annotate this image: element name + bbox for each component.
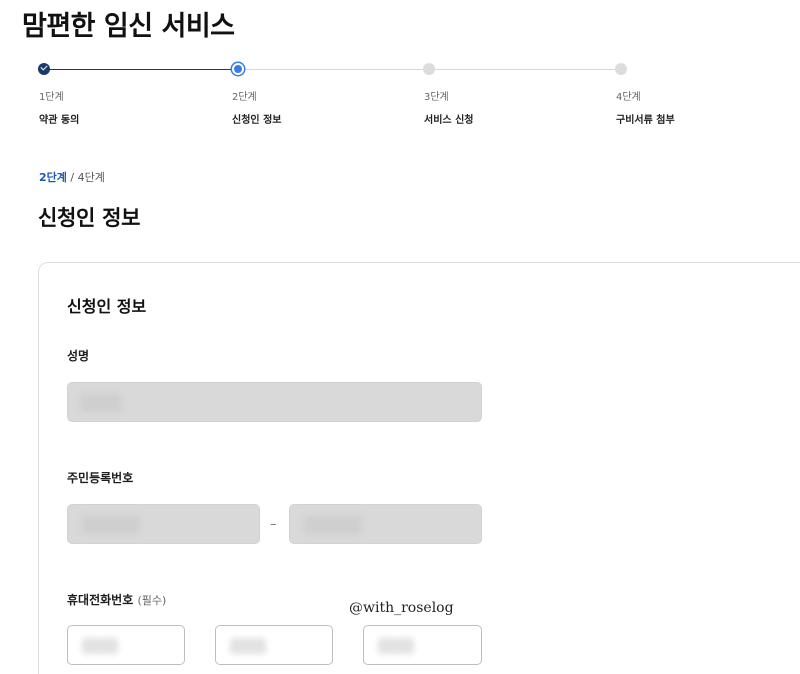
step-2-name: 신청인 정보 bbox=[232, 115, 282, 126]
step-4-name: 구비서류 첨부 bbox=[616, 115, 675, 126]
stepper-line-completed bbox=[44, 69, 238, 70]
step-1-name: 약관 동의 bbox=[39, 115, 80, 126]
step-progress: 2단계 / 4단계 bbox=[39, 169, 105, 185]
step-1-number: 1단계 bbox=[39, 92, 64, 103]
step-1-dot bbox=[38, 63, 50, 75]
check-icon bbox=[40, 63, 48, 71]
step-3-number: 3단계 bbox=[424, 92, 449, 103]
step-4-number: 4단계 bbox=[616, 92, 641, 103]
redacted-value bbox=[82, 516, 140, 534]
card-title: 신청인 정보 bbox=[67, 297, 147, 316]
step-2-dot bbox=[232, 63, 244, 75]
watermark: @with_roselog bbox=[349, 600, 454, 616]
stepper: 1단계 2단계 3단계 4단계 약관 동의 신청인 정보 서비스 신청 구비서류… bbox=[0, 0, 800, 130]
rrn-front-input[interactable] bbox=[67, 504, 260, 544]
step-4-dot bbox=[615, 63, 627, 75]
redacted-value bbox=[80, 394, 122, 412]
step-progress-current: 2단계 bbox=[39, 171, 67, 184]
page: 맘편한 임신 서비스 1단계 2단계 3단계 4단계 약관 동의 신청인 정보 … bbox=[0, 0, 800, 674]
name-input[interactable] bbox=[67, 382, 482, 422]
section-title: 신청인 정보 bbox=[38, 206, 141, 230]
redacted-value bbox=[378, 638, 414, 654]
rrn-separator: – bbox=[270, 517, 277, 532]
redacted-value bbox=[230, 638, 266, 654]
phone-label: 휴대전화번호 (필수) bbox=[67, 591, 166, 608]
phone-required-tag: (필수) bbox=[137, 594, 167, 607]
rrn-back-input[interactable] bbox=[289, 504, 482, 544]
phone-label-text: 휴대전화번호 bbox=[67, 593, 134, 607]
redacted-value bbox=[304, 516, 362, 534]
step-progress-total: 4단계 bbox=[77, 171, 105, 184]
redacted-value bbox=[82, 638, 118, 654]
name-label: 성명 bbox=[67, 349, 90, 363]
step-3-name: 서비스 신청 bbox=[424, 115, 474, 126]
step-progress-separator: / bbox=[66, 171, 78, 184]
step-2-number: 2단계 bbox=[232, 92, 257, 103]
rrn-label: 주민등록번호 bbox=[67, 471, 134, 485]
step-3-dot bbox=[423, 63, 435, 75]
phone-part-2-input[interactable] bbox=[215, 625, 333, 665]
phone-part-3-input[interactable] bbox=[363, 625, 482, 665]
phone-part-1-input[interactable] bbox=[67, 625, 185, 665]
